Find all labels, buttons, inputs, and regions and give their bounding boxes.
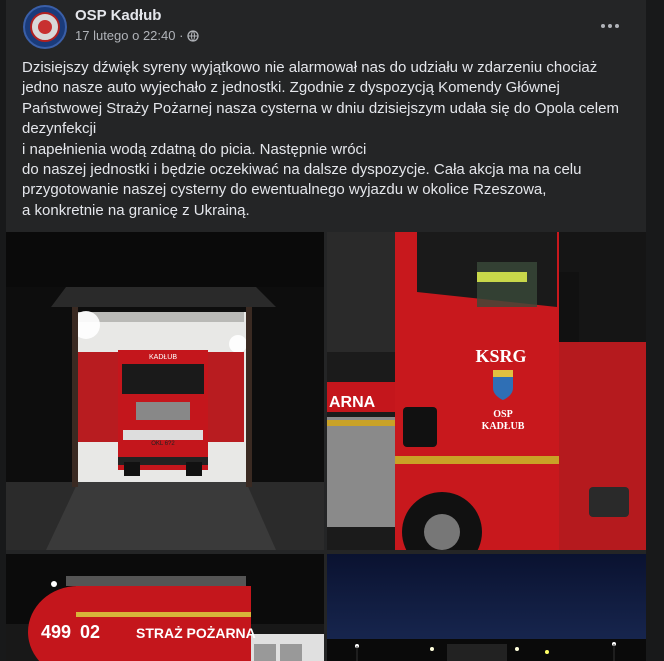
- post-text: Dzisiejszy dźwięk syreny wyjątkowo nie a…: [22, 58, 634, 221]
- truck-plate-text: OKL 6?2: [151, 441, 175, 447]
- page-avatar[interactable]: [23, 5, 67, 49]
- photo-truck-door[interactable]: ARNA KSRG OSP KADŁUB: [327, 232, 646, 550]
- timestamp-text: 17 lutego o 22:40 ·: [75, 28, 184, 43]
- post-header: OSP Kadłub 17 lutego o 22:40 ·: [6, 0, 646, 52]
- post-timestamp[interactable]: 17 lutego o 22:40 ·: [75, 28, 200, 43]
- post-card: OSP Kadłub 17 lutego o 22:40 · Dzisiejsz…: [6, 0, 646, 661]
- more-options-icon[interactable]: [598, 14, 622, 38]
- vehicle-number-suffix-text: 02: [80, 622, 100, 642]
- globe-icon: [187, 29, 200, 42]
- tanker-label-text: STRAŻ POŻARNA: [136, 625, 256, 641]
- door-name-text: KADŁUB: [482, 421, 525, 432]
- door-title-text: KSRG: [475, 346, 526, 366]
- photo-tanker-rear[interactable]: 499 02 STRAŻ POŻARNA: [6, 554, 324, 661]
- post-paragraph: Dzisiejszy dźwięk syreny wyjątkowo nie a…: [22, 59, 619, 219]
- vehicle-number-text: 499: [41, 622, 71, 642]
- truck-sign-text: KADŁUB: [149, 354, 177, 361]
- photo-garage-truck[interactable]: KADŁUB OKL 6?2: [6, 232, 324, 550]
- page-name-link[interactable]: OSP Kadłub: [75, 7, 161, 24]
- photo-night-street[interactable]: [327, 554, 646, 661]
- emblem-icon: [30, 12, 60, 42]
- tanker-side-text: ARNA: [329, 394, 376, 411]
- photo-grid: KADŁUB OKL 6?2 ARNA KSRG OSP KADŁUB 499 …: [6, 232, 646, 661]
- door-osp-text: OSP: [493, 409, 512, 420]
